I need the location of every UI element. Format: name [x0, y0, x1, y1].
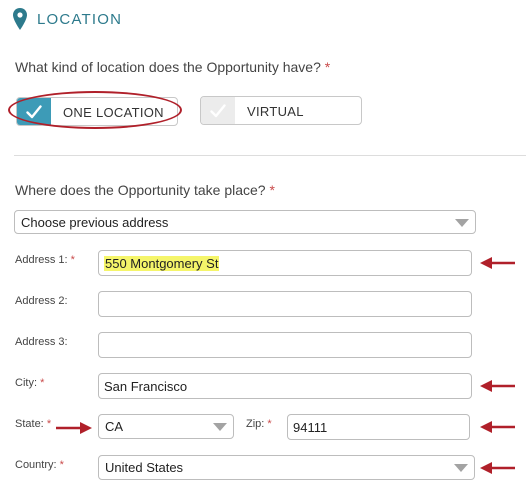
annotation-arrow-icon [480, 462, 515, 474]
address1-label-text: Address 1: [15, 254, 68, 266]
zip-label: Zip: * [246, 418, 272, 430]
country-value: United States [105, 460, 184, 475]
previous-address-select[interactable]: Choose previous address [14, 210, 476, 234]
state-select[interactable]: CA [98, 414, 234, 439]
required-marker: * [269, 182, 275, 198]
required-marker: * [46, 418, 52, 430]
dropdown-caret-icon [455, 219, 469, 227]
virtual-label: VIRTUAL [247, 104, 304, 119]
required-marker: * [70, 254, 75, 266]
required-marker: * [59, 459, 64, 471]
state-label: State: * [15, 418, 51, 430]
city-label: City: * [15, 377, 44, 389]
address3-label-text: Address 3: [15, 336, 68, 348]
required-marker: * [324, 59, 331, 75]
map-pin-icon [13, 8, 27, 30]
virtual-toggle[interactable]: VIRTUAL [200, 96, 362, 125]
address1-input[interactable]: 550 Montgomery St [98, 250, 472, 276]
country-label: Country: * [15, 459, 64, 471]
state-value: CA [105, 419, 124, 434]
checkmark-icon [201, 97, 235, 124]
annotation-arrow-icon [480, 257, 515, 269]
zip-input[interactable]: 94111 [287, 414, 470, 440]
address-question: Where does the Opportunity take place? * [15, 182, 275, 198]
annotation-oval [8, 91, 182, 129]
address1-label: Address 1: * [15, 254, 75, 266]
question-text: What kind of location does the Opportuni… [15, 59, 321, 75]
required-marker: * [40, 377, 45, 389]
zip-value: 94111 [293, 420, 328, 435]
annotation-arrow-icon [480, 380, 515, 392]
address3-label: Address 3: [15, 336, 68, 348]
dropdown-caret-icon [454, 464, 468, 472]
annotation-arrow-icon [480, 421, 515, 433]
address1-value: 550 Montgomery St [104, 256, 220, 271]
country-select[interactable]: United States [98, 455, 475, 480]
question-text: Where does the Opportunity take place? [15, 182, 266, 198]
annotation-arrow-icon [56, 422, 92, 434]
country-label-text: Country: [15, 459, 57, 471]
location-type-question: What kind of location does the Opportuni… [15, 59, 330, 75]
section-title: LOCATION [37, 11, 123, 28]
address2-input[interactable] [98, 291, 472, 317]
dropdown-caret-icon [213, 423, 227, 431]
section-divider [14, 155, 526, 156]
required-marker: * [267, 418, 272, 430]
address3-input[interactable] [98, 332, 472, 358]
city-label-text: City: [15, 377, 37, 389]
previous-address-value: Choose previous address [21, 215, 169, 230]
state-label-text: State: [15, 418, 44, 430]
address2-label-text: Address 2: [15, 295, 68, 307]
city-input[interactable]: San Francisco [98, 373, 472, 399]
zip-label-text: Zip: [246, 418, 265, 430]
city-value: San Francisco [104, 379, 188, 394]
address2-label: Address 2: [15, 295, 68, 307]
